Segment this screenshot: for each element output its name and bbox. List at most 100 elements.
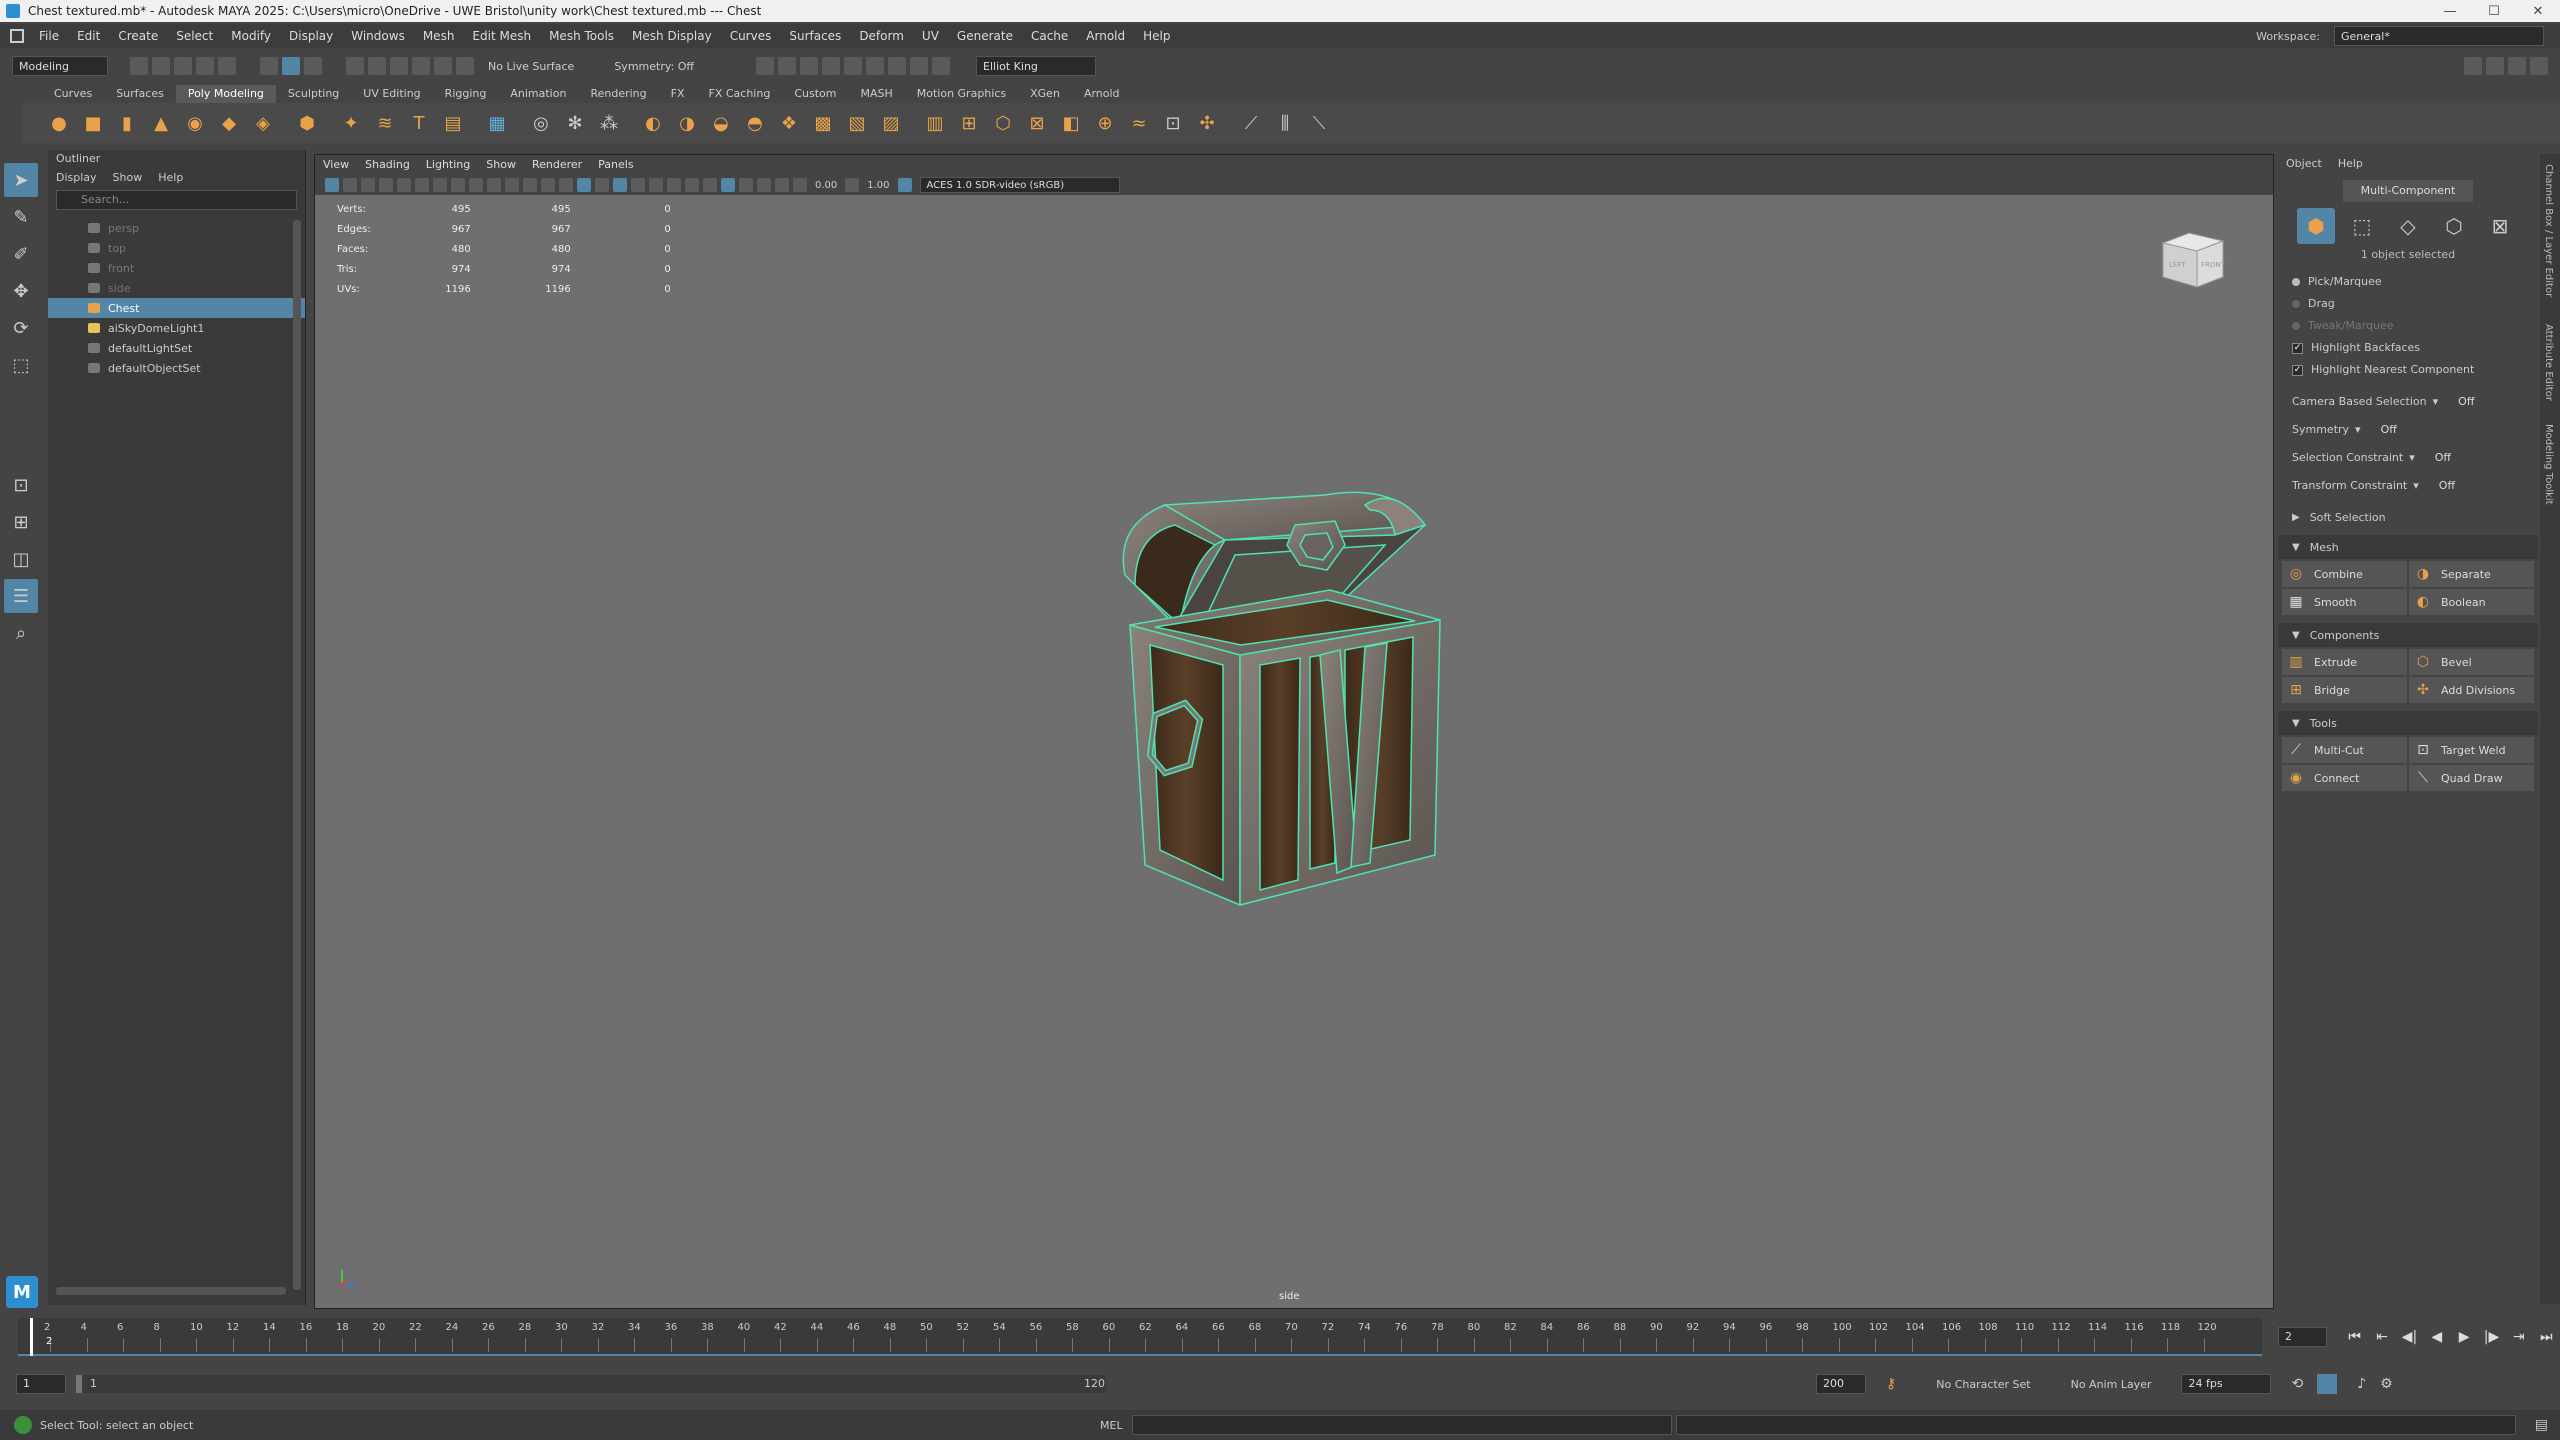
menu-cache[interactable]: Cache xyxy=(1022,29,1077,43)
undo-icon[interactable] xyxy=(196,57,214,75)
select-object-icon[interactable] xyxy=(282,57,300,75)
xray-joints-icon[interactable] xyxy=(757,178,771,192)
view-cube[interactable]: LEFT FRONT xyxy=(2153,225,2233,295)
gamma-toggle-icon[interactable] xyxy=(845,178,860,192)
workspace-dropdown[interactable]: General* xyxy=(2334,26,2544,46)
range-slider[interactable]: 1 120 xyxy=(76,1375,1106,1393)
type-tool-icon[interactable]: T xyxy=(406,110,432,136)
step-forward-frame-icon[interactable]: |▶ xyxy=(2481,1326,2502,1348)
mode-dropdown[interactable]: Modeling xyxy=(12,56,108,76)
snap-rotation-icon[interactable] xyxy=(456,57,474,75)
user-account-dropdown[interactable]: Elliot King xyxy=(976,56,1097,76)
film-gate-icon[interactable] xyxy=(451,178,465,192)
home-icon[interactable] xyxy=(10,29,24,43)
render-sequence-icon[interactable] xyxy=(778,57,797,75)
script-language-label[interactable]: MEL xyxy=(1100,1419,1123,1432)
combine-button[interactable]: ◎ Combine xyxy=(2282,561,2407,587)
time-slider[interactable]: 2 4 6 8 10 12 14 16 18 20 22 24 26 28 30 32 34 36 38 40 42 44… xyxy=(18,1318,2262,1356)
outliner-item-side[interactable]: side xyxy=(48,278,305,298)
ao-icon[interactable] xyxy=(685,178,699,192)
outliner-search-input[interactable]: Search... xyxy=(56,190,297,210)
multi-component-button[interactable]: Multi-Component xyxy=(2343,180,2473,202)
side-tab-modeling-toolkit[interactable]: Modeling Toolkit xyxy=(2543,424,2554,505)
menu-curves[interactable]: Curves xyxy=(721,29,781,43)
menu-generate[interactable]: Generate xyxy=(948,29,1022,43)
shelf-tab-curves[interactable]: Curves xyxy=(42,85,104,103)
bevel-icon[interactable]: ⬡ xyxy=(990,110,1016,136)
four-view-icon[interactable]: ⊞ xyxy=(4,505,38,539)
shelf-tab-fx-caching[interactable]: FX Caching xyxy=(697,85,783,103)
svg-tool-icon[interactable]: ▤ xyxy=(440,110,466,136)
play-backward-icon[interactable]: ◀ xyxy=(2426,1326,2447,1348)
shadows-icon[interactable] xyxy=(667,178,681,192)
field-chart-icon[interactable] xyxy=(505,178,519,192)
save-scene-icon[interactable] xyxy=(174,57,192,75)
pause-ipr-icon[interactable] xyxy=(932,57,951,75)
default-material-icon[interactable] xyxy=(595,178,609,192)
anim-prefs-icon[interactable]: ⚙ xyxy=(2380,1376,2393,1392)
camera-based-selection[interactable]: Camera Based Selection ▾ Off xyxy=(2278,387,2538,415)
outliner-item-persp[interactable]: persp xyxy=(48,218,305,238)
character-set-dropdown[interactable]: No Character Set xyxy=(1936,1378,2030,1391)
fps-dropdown[interactable]: 24 fps xyxy=(2181,1374,2272,1394)
shelf-tab-poly-modeling[interactable]: Poly Modeling xyxy=(175,85,276,103)
viewport-menu-lighting[interactable]: Lighting xyxy=(418,155,478,175)
shelf-tab-rendering[interactable]: Rendering xyxy=(578,85,658,103)
aa-icon[interactable] xyxy=(703,178,717,192)
command-input[interactable] xyxy=(1132,1415,1672,1435)
chest-model[interactable] xyxy=(1095,485,1655,1045)
shelf-tab-fx[interactable]: FX xyxy=(659,85,697,103)
snap-view-icon[interactable] xyxy=(412,57,430,75)
drag-option[interactable]: Drag xyxy=(2278,293,2538,315)
side-by-side-icon[interactable]: ◫ xyxy=(4,542,38,576)
multi-cut-button[interactable]: ⟋ Multi-Cut xyxy=(2282,737,2407,763)
sound-icon[interactable]: ♪ xyxy=(2357,1376,2366,1392)
play-forward-icon[interactable]: ▶ xyxy=(2453,1326,2474,1348)
poly-sphere-icon[interactable]: ● xyxy=(46,110,72,136)
menu-uv[interactable]: UV xyxy=(913,29,948,43)
render-settings-icon[interactable] xyxy=(822,57,841,75)
end-time-field[interactable]: 200 xyxy=(1816,1374,1866,1394)
shelf-tab-animation[interactable]: Animation xyxy=(498,85,578,103)
shelf-tab-custom[interactable]: Custom xyxy=(782,85,848,103)
camera-attr-icon[interactable] xyxy=(343,178,357,192)
rotate-tool-icon[interactable]: ⟳ xyxy=(4,311,38,345)
layout-icon[interactable] xyxy=(2464,57,2482,75)
extrude-icon[interactable]: ▥ xyxy=(922,110,948,136)
shelf-tab-uv-editing[interactable]: UV Editing xyxy=(351,85,432,103)
2d-pan-icon[interactable] xyxy=(397,178,411,192)
extrude-button[interactable]: ▥ Extrude xyxy=(2282,649,2407,675)
bridge-button[interactable]: ⊞ Bridge xyxy=(2282,677,2407,703)
merge-icon[interactable]: ⊕ xyxy=(1092,110,1118,136)
offset-loop-icon[interactable]: ⫼ xyxy=(1272,110,1298,136)
platonic-solid-icon[interactable]: ⬢ xyxy=(294,110,320,136)
poly-cylinder-icon[interactable]: ▮ xyxy=(114,110,140,136)
ipr-render-icon[interactable] xyxy=(800,57,819,75)
add-divisions-button[interactable]: ✣ Add Divisions xyxy=(2409,677,2534,703)
start-time-field[interactable]: 1 xyxy=(16,1374,66,1394)
append-icon[interactable]: ⊠ xyxy=(1024,110,1050,136)
select-camera-icon[interactable] xyxy=(325,178,339,192)
boolean-diff-icon[interactable]: ◑ xyxy=(674,110,700,136)
auto-key-icon[interactable]: ⚷ xyxy=(1886,1376,1896,1392)
pick-marquee-option[interactable]: Pick/Marquee xyxy=(2278,271,2538,293)
menu-mesh[interactable]: Mesh xyxy=(414,29,464,43)
grease-pencil-icon[interactable] xyxy=(415,178,429,192)
script-editor-icon[interactable]: ▤ xyxy=(2535,1417,2548,1433)
maximize-button[interactable]: ☐ xyxy=(2472,0,2516,22)
target-weld-icon[interactable]: ✣ xyxy=(1194,110,1220,136)
single-view-icon[interactable]: ⊡ xyxy=(4,468,38,502)
poly-plane-icon[interactable]: ◆ xyxy=(216,110,242,136)
separate-icon[interactable]: ✻ xyxy=(562,110,588,136)
menu-edit[interactable]: Edit xyxy=(68,29,109,43)
viewport-menu-panels[interactable]: Panels xyxy=(590,155,641,175)
go-to-start-icon[interactable]: ⏮ xyxy=(2344,1326,2365,1348)
target-weld-button[interactable]: ⊡ Target Weld xyxy=(2409,737,2534,763)
color-management-icon[interactable] xyxy=(897,178,912,192)
insert-loop-icon[interactable]: ⟍ xyxy=(1306,110,1332,136)
viewport-menu-show[interactable]: Show xyxy=(478,155,524,175)
viewport-menu-view[interactable]: View xyxy=(315,155,357,175)
shelf-tab-motion-graphics[interactable]: Motion Graphics xyxy=(905,85,1018,103)
textured-icon[interactable] xyxy=(631,178,645,192)
menu-select[interactable]: Select xyxy=(167,29,222,43)
